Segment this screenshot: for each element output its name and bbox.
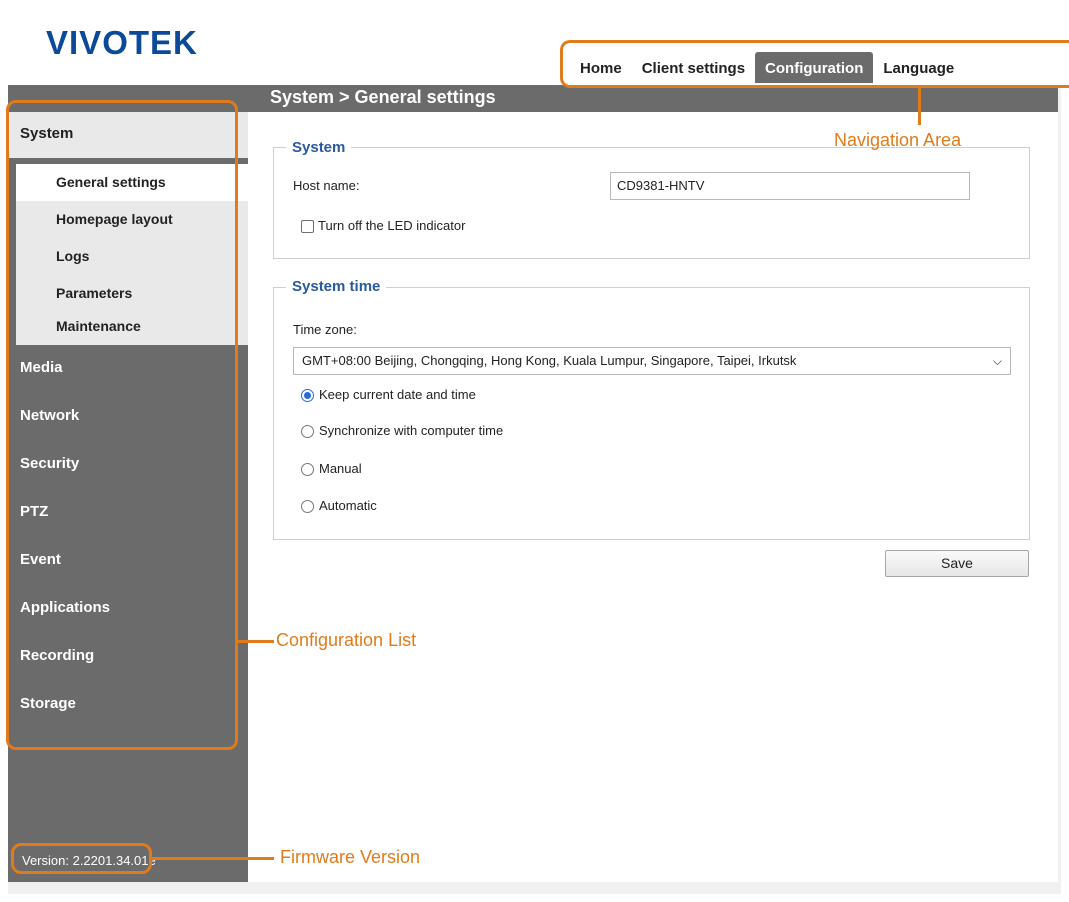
navigation-area-callout-line [918, 85, 921, 125]
host-name-label: Host name: [293, 178, 360, 193]
chevron-down-icon: ⌵ [992, 354, 1002, 368]
navigation-area-label: Navigation Area [834, 130, 962, 150]
host-name-field[interactable]: CD9381-HNTV [610, 172, 970, 200]
breadcrumb: System > General settings [270, 87, 496, 107]
radio-automatic-label: Automatic [319, 498, 377, 513]
led-checkbox[interactable] [301, 220, 314, 233]
radio-automatic[interactable] [301, 500, 314, 513]
firmware-version-highlight [11, 843, 152, 874]
configuration-list-callout-line [238, 640, 274, 643]
system-time-fieldset [273, 287, 1030, 540]
led-label: Turn off the LED indicator [318, 218, 466, 233]
firmware-version-callout-line [152, 857, 274, 860]
radio-keep-current-label: Keep current date and time [319, 387, 476, 402]
radio-sync-computer[interactable] [301, 425, 314, 438]
firmware-version-label: Firmware Version [280, 847, 421, 867]
title-bar: System > General settings [248, 85, 1058, 112]
time-zone-select[interactable]: GMT+08:00 Beijing, Chongqing, Hong Kong,… [293, 347, 1011, 375]
radio-sync-computer-label: Synchronize with computer time [319, 423, 504, 438]
radio-manual-label: Manual [319, 461, 362, 476]
time-zone-value: GMT+08:00 Beijing, Chongqing, Hong Kong,… [302, 353, 797, 368]
time-zone-label: Time zone: [293, 322, 357, 337]
navigation-area-highlight [560, 40, 1069, 88]
system-fieldset [273, 147, 1030, 259]
radio-manual[interactable] [301, 463, 314, 476]
save-button[interactable]: Save [885, 550, 1029, 577]
system-legend: System [286, 139, 352, 156]
system-time-legend: System time [286, 278, 387, 295]
radio-keep-current[interactable] [301, 389, 314, 402]
main-content: System Host name: CD9381-HNTV Turn off t… [248, 112, 1058, 882]
configuration-list-label: Configuration List [276, 630, 417, 650]
vivotek-logo: VIVOTEK [46, 24, 198, 61]
configuration-list-highlight [6, 100, 238, 750]
